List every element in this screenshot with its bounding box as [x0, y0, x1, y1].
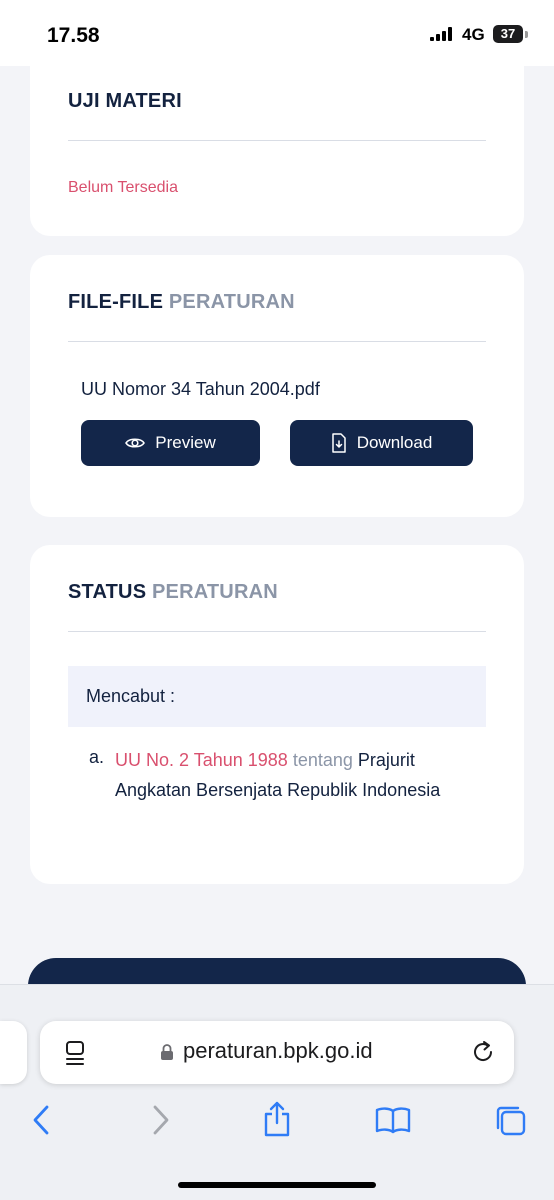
preview-button[interactable]: Preview: [81, 420, 260, 466]
home-indicator: [178, 1182, 376, 1188]
uji-materi-title: UJI MATERI: [68, 90, 182, 113]
uji-materi-card: UJI MATERI Belum Tersedia: [30, 48, 524, 236]
chevron-right-icon[interactable]: [150, 1104, 172, 1136]
uji-materi-title-text: UJI MATERI: [68, 90, 182, 112]
tabs-icon[interactable]: [494, 1104, 528, 1138]
download-label: Download: [356, 433, 433, 452]
status-title-dark: STATUS: [68, 581, 147, 603]
signal-icon: [430, 27, 452, 41]
reader-mode-icon[interactable]: [65, 1040, 87, 1066]
reload-icon[interactable]: [470, 1039, 496, 1065]
file-title-dark: FILE-FILE: [68, 291, 164, 313]
status-time: 17.58: [47, 24, 100, 47]
address-bar[interactable]: peraturan.bpk.go.id: [40, 1021, 514, 1084]
book-icon[interactable]: [375, 1106, 411, 1134]
preview-label: Preview: [155, 433, 216, 452]
network-type: 4G: [462, 25, 485, 44]
status-section-title: STATUS PERATURAN: [68, 581, 278, 604]
chevron-left-icon[interactable]: [30, 1104, 52, 1136]
battery-icon: 37: [493, 25, 523, 43]
divider: [68, 341, 486, 342]
file-section-title: FILE-FILE PERATURAN: [68, 291, 295, 314]
share-icon[interactable]: [262, 1100, 292, 1138]
mencabut-box: Mencabut :: [68, 666, 486, 727]
file-download-icon: [331, 433, 346, 453]
list-item: UU No. 2 Tahun 1988 tentang Prajurit Ang…: [115, 745, 485, 805]
url-text[interactable]: peraturan.bpk.go.id: [183, 1038, 373, 1064]
previous-tab-peek[interactable]: [0, 1021, 27, 1084]
divider: [68, 140, 486, 141]
file-title-grey: PERATURAN: [168, 291, 295, 313]
status-peraturan-card: STATUS PERATURAN Mencabut : a. UU No. 2 …: [30, 545, 524, 884]
download-button[interactable]: Download: [290, 420, 473, 466]
browser-toolbar: [0, 984, 554, 1200]
regulation-link[interactable]: UU No. 2 Tahun 1988: [115, 750, 288, 770]
file-peraturan-card: FILE-FILE PERATURAN UU Nomor 34 Tahun 20…: [30, 255, 524, 517]
divider: [68, 631, 486, 632]
lock-icon: [161, 1044, 173, 1060]
list-marker: a.: [89, 747, 105, 767]
mencabut-label: Mencabut :: [86, 686, 176, 706]
file-name: UU Nomor 34 Tahun 2004.pdf: [81, 379, 320, 399]
eye-icon: [125, 438, 146, 448]
battery-tip: [525, 31, 528, 38]
status-title-grey: PERATURAN: [152, 581, 278, 603]
connector-word: tentang: [292, 750, 353, 770]
uji-materi-value: Belum Tersedia: [68, 179, 178, 196]
